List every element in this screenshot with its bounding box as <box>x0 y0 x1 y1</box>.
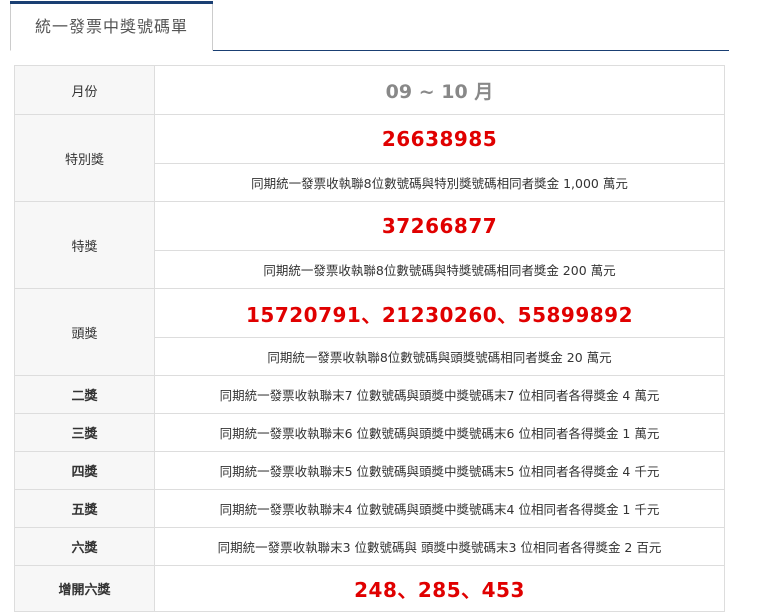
fifth-prize-label: 五獎 <box>14 489 155 528</box>
fifth-prize-row: 五獎 同期統一發票收執聯末4 位數號碼與頭獎中獎號碼末4 位相同者各得獎金 1 … <box>14 489 725 528</box>
sixth-prize-row: 六獎 同期統一發票收執聯末3 位數號碼與 頭獎中獎號碼末3 位相同者各得獎金 2… <box>14 527 725 566</box>
tab-bar: 統一發票中獎號碼單 <box>10 0 729 51</box>
third-prize-label: 三獎 <box>14 413 155 452</box>
sixth-prize-desc: 同期統一發票收執聯末3 位數號碼與 頭獎中獎號碼末3 位相同者各得獎金 2 百元 <box>154 527 725 566</box>
month-value: 09 ~ 10 月 <box>154 65 725 115</box>
extra-sixth-prize-label: 增開六獎 <box>14 565 155 612</box>
tab-invoice-numbers[interactable]: 統一發票中獎號碼單 <box>10 1 213 51</box>
first-prize-label: 頭獎 <box>14 288 155 376</box>
prize-table: 月份 09 ~ 10 月 特別獎 26638985 同期統一發票收執聯8位數號碼… <box>14 65 725 612</box>
fourth-prize-desc: 同期統一發票收執聯末5 位數號碼與頭獎中獎號碼末5 位相同者各得獎金 4 千元 <box>154 451 725 490</box>
first-prize-numbers: 15720791、21230260、55899892 <box>154 288 725 338</box>
grand-prize-desc: 同期統一發票收執聯8位數號碼與特獎號碼相同者獎金 200 萬元 <box>154 250 725 289</box>
month-label: 月份 <box>14 65 155 115</box>
first-prize-desc: 同期統一發票收執聯8位數號碼與頭獎號碼相同者獎金 20 萬元 <box>154 337 725 376</box>
grand-prize-label: 特獎 <box>14 201 155 289</box>
special-prize-desc: 同期統一發票收執聯8位數號碼與特別獎號碼相同者獎金 1,000 萬元 <box>154 163 725 202</box>
extra-sixth-prize-numbers: 248、285、453 <box>154 565 725 612</box>
second-prize-row: 二獎 同期統一發票收執聯末7 位數號碼與頭獎中獎號碼末7 位相同者各得獎金 4 … <box>14 375 725 414</box>
special-prize-row: 特別獎 26638985 <box>14 114 725 202</box>
fourth-prize-row: 四獎 同期統一發票收執聯末5 位數號碼與頭獎中獎號碼末5 位相同者各得獎金 4 … <box>14 451 725 490</box>
second-prize-desc: 同期統一發票收執聯末7 位數號碼與頭獎中獎號碼末7 位相同者各得獎金 4 萬元 <box>154 375 725 414</box>
fourth-prize-label: 四獎 <box>14 451 155 490</box>
fifth-prize-desc: 同期統一發票收執聯末4 位數號碼與頭獎中獎號碼末4 位相同者各得獎金 1 千元 <box>154 489 725 528</box>
grand-prize-row: 特獎 37266877 <box>14 201 725 289</box>
third-prize-row: 三獎 同期統一發票收執聯末6 位數號碼與頭獎中獎號碼末6 位相同者各得獎金 1 … <box>14 413 725 452</box>
special-prize-number: 26638985 <box>154 114 725 164</box>
third-prize-desc: 同期統一發票收執聯末6 位數號碼與頭獎中獎號碼末6 位相同者各得獎金 1 萬元 <box>154 413 725 452</box>
grand-prize-number: 37266877 <box>154 201 725 251</box>
special-prize-label: 特別獎 <box>14 114 155 202</box>
extra-sixth-prize-row: 增開六獎 248、285、453 <box>14 565 725 612</box>
first-prize-row: 頭獎 15720791、21230260、55899892 <box>14 288 725 376</box>
month-row: 月份 09 ~ 10 月 <box>14 65 725 115</box>
sixth-prize-label: 六獎 <box>14 527 155 566</box>
second-prize-label: 二獎 <box>14 375 155 414</box>
